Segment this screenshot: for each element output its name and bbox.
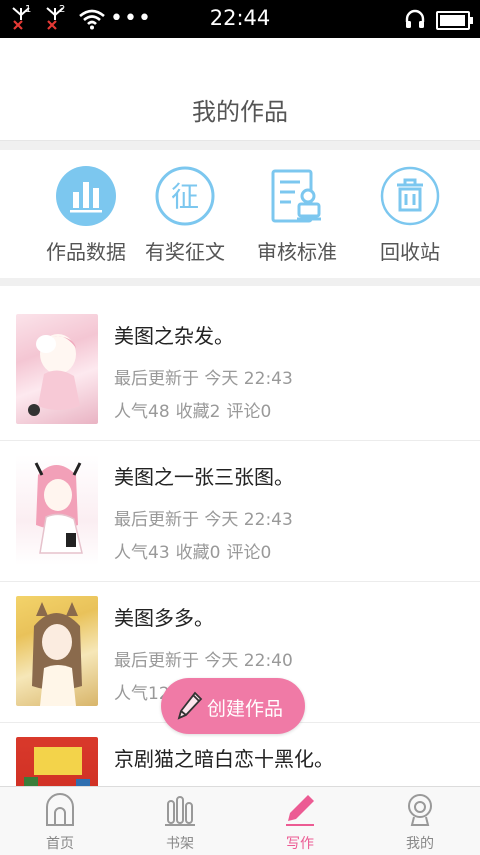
work-stats: 人气48 收藏2 评论0 [114, 397, 277, 422]
bottom-nav: 首页 书架 写作 我的 [0, 786, 480, 855]
write-icon [286, 795, 314, 826]
tab-write[interactable]: 写作 [240, 787, 360, 855]
favorites-count: 收藏2 [175, 402, 221, 422]
work-title: 美图之杂发。 [114, 324, 234, 348]
work-updated: 最后更新于 今天 22:43 [114, 369, 293, 389]
tab-label: 首页 [46, 836, 74, 852]
status-bar: 1 2 ••• 22:44 [0, 0, 480, 38]
review-standard-icon [271, 169, 321, 223]
page-header: 我的作品 [0, 38, 480, 141]
comments-count: 评论0 [226, 543, 272, 563]
tab-home[interactable]: 首页 [0, 787, 120, 855]
cover-image [16, 737, 98, 786]
action-label: 有奖征文 [145, 240, 225, 264]
popularity-count: 人气43 [114, 543, 170, 563]
action-recycle-bin[interactable]: 回收站 [350, 150, 470, 278]
divider [0, 278, 480, 286]
action-label: 审核标准 [257, 240, 337, 264]
contest-icon: 征 [155, 166, 215, 226]
list-item[interactable]: 美图之一张三张图。 最后更新于 今天 22:43 人气43 收藏0 评论0 [0, 441, 480, 582]
tab-label: 我的 [406, 836, 434, 852]
comments-count: 评论0 [226, 402, 272, 422]
work-stats: 人气43 收藏0 评论0 [114, 538, 277, 563]
action-contest[interactable]: 征 有奖征文 [125, 150, 245, 278]
favorites-count: 收藏0 [175, 543, 221, 563]
popularity-count: 人气48 [114, 402, 170, 422]
work-title: 美图多多。 [114, 606, 214, 630]
bar-chart-icon [56, 166, 116, 226]
trash-icon [380, 166, 440, 226]
profile-icon [408, 794, 432, 826]
battery-icon [436, 11, 473, 30]
cover-image [16, 455, 98, 565]
quick-actions: 作品数据 征 有奖征文 审核标准 回收站 [0, 150, 480, 278]
action-label: 回收站 [380, 240, 440, 264]
tab-bookshelf[interactable]: 书架 [120, 787, 240, 855]
pen-icon [177, 691, 203, 720]
page-title: 我的作品 [192, 98, 288, 126]
cover-image [16, 596, 98, 706]
headset-icon [405, 9, 425, 28]
cover-image [16, 314, 98, 424]
create-work-label: 创建作品 [207, 698, 284, 720]
bookshelf-icon [165, 796, 195, 826]
work-updated: 最后更新于 今天 22:40 [114, 651, 293, 671]
tab-profile[interactable]: 我的 [360, 787, 480, 855]
action-review-standard[interactable]: 审核标准 [237, 150, 357, 278]
create-work-button[interactable]: 创建作品 [161, 678, 305, 734]
tab-label: 写作 [286, 836, 314, 852]
list-item[interactable]: 美图之杂发。 最后更新于 今天 22:43 人气48 收藏2 评论0 [0, 300, 480, 441]
home-icon [46, 793, 74, 826]
work-title: 京剧猫之暗白恋十黑化。 [114, 747, 334, 771]
work-title: 美图之一张三张图。 [114, 465, 294, 489]
divider [0, 141, 480, 150]
work-updated: 最后更新于 今天 22:43 [114, 510, 293, 530]
tab-label: 书架 [166, 836, 194, 852]
contest-glyph: 征 [171, 180, 199, 213]
